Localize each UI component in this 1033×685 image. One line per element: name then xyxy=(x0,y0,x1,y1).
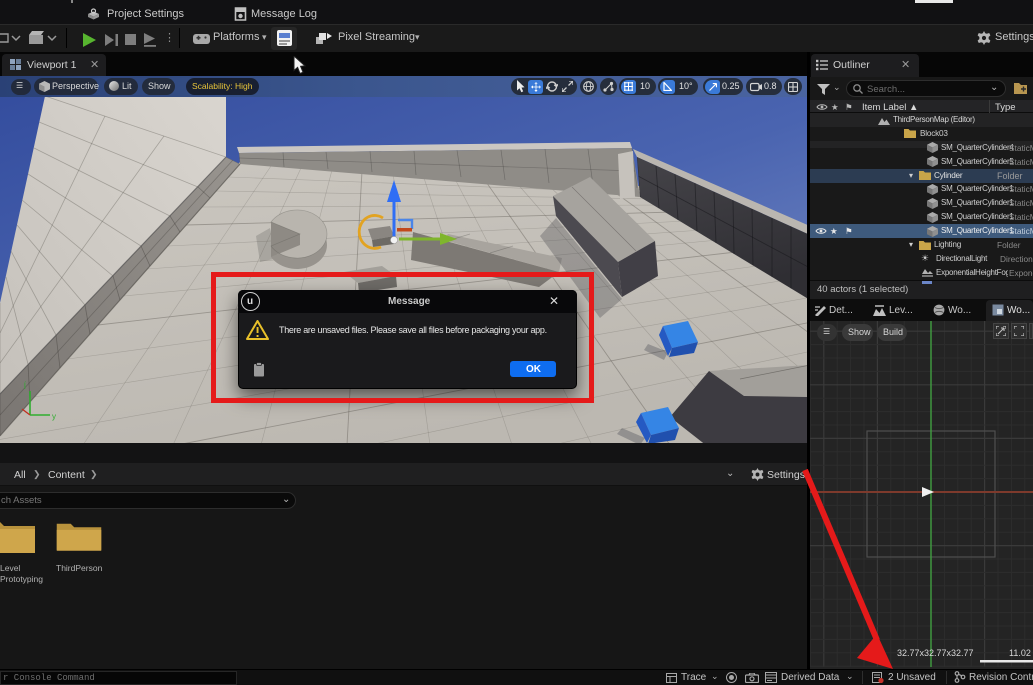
svg-text:y: y xyxy=(52,412,56,421)
